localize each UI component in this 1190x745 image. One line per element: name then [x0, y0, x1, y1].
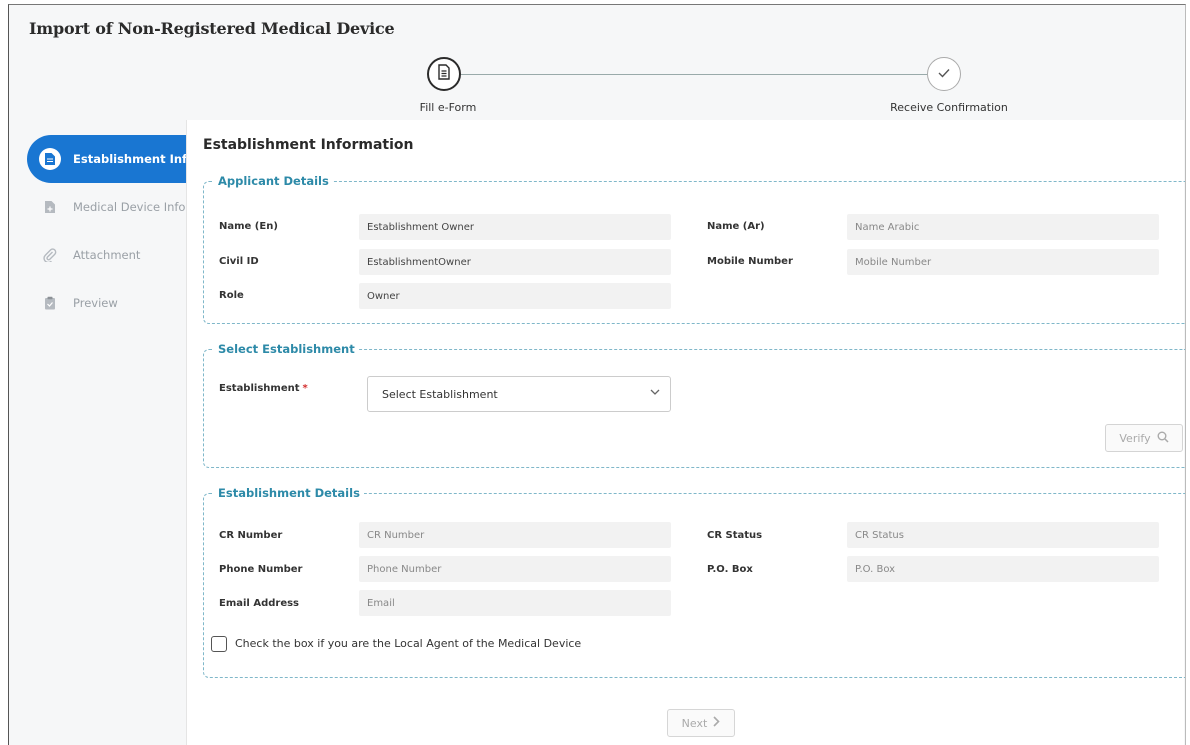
sidebar: Establishment Info Medical Device Info A…	[27, 135, 195, 327]
local-agent-checkbox[interactable]	[211, 636, 227, 652]
select-establishment-legend: Select Establishment	[218, 342, 355, 356]
sidebar-item-medical-device-info[interactable]: Medical Device Info	[27, 183, 195, 231]
establishment-info-card: Establishment Information Applicant Deta…	[186, 120, 1185, 745]
cr-status-field[interactable]: CR Status	[847, 522, 1159, 548]
po-box-field[interactable]: P.O. Box	[847, 556, 1159, 582]
next-button[interactable]: Next	[667, 709, 735, 737]
phone-number-field[interactable]: Phone Number	[359, 556, 671, 582]
page-title: Import of Non-Registered Medical Device	[29, 19, 395, 38]
verify-button[interactable]: Verify	[1105, 424, 1183, 452]
sidebar-item-label: Establishment Info	[73, 152, 195, 166]
mobile-number-field[interactable]: Mobile Number	[847, 249, 1159, 275]
sidebar-item-attachment[interactable]: Attachment	[27, 231, 195, 279]
section-title: Establishment Information	[203, 137, 414, 153]
establishment-details-legend: Establishment Details	[218, 486, 360, 500]
cr-status-label: CR Status	[707, 530, 763, 541]
local-agent-label: Check the box if you are the Local Agent…	[235, 637, 582, 650]
sidebar-item-establishment-info[interactable]: Establishment Info	[27, 135, 195, 183]
mobile-number-label: Mobile Number	[707, 256, 793, 267]
document-icon	[39, 148, 61, 170]
name-en-field[interactable]: Establishment Owner	[359, 214, 671, 240]
step-fill-eform	[427, 57, 461, 91]
search-icon	[1157, 431, 1169, 446]
next-button-label: Next	[681, 716, 708, 730]
chevron-right-icon	[713, 716, 720, 730]
verify-button-label: Verify	[1119, 431, 1151, 445]
po-box-label: P.O. Box	[707, 564, 753, 575]
document-plus-icon	[39, 196, 61, 218]
sidebar-item-label: Preview	[73, 296, 118, 310]
establishment-label-text: Establishment	[219, 383, 300, 394]
name-en-label: Name (En)	[219, 221, 278, 232]
role-label: Role	[219, 290, 244, 301]
paperclip-icon	[39, 244, 61, 266]
chevron-down-icon	[650, 387, 660, 398]
applicant-details-legend: Applicant Details	[218, 174, 329, 188]
role-field[interactable]: Owner	[359, 283, 671, 309]
select-establishment-group: Select Establishment	[203, 342, 1185, 468]
step-receive-confirmation	[927, 57, 961, 91]
civil-id-label: Civil ID	[219, 256, 259, 267]
document-icon	[437, 64, 451, 84]
phone-number-label: Phone Number	[219, 564, 303, 575]
establishment-select-value: Select Establishment	[382, 387, 498, 401]
step-label-fill-eform: Fill e-Form	[419, 101, 477, 114]
required-mark: *	[302, 383, 308, 394]
name-ar-field[interactable]: Name Arabic	[847, 214, 1159, 240]
sidebar-item-label: Attachment	[73, 248, 141, 262]
name-ar-label: Name (Ar)	[707, 221, 765, 232]
email-field[interactable]: Email	[359, 590, 671, 616]
sidebar-item-label: Medical Device Info	[73, 200, 186, 214]
sidebar-item-preview[interactable]: Preview	[27, 279, 195, 327]
email-address-label: Email Address	[219, 598, 300, 609]
cr-number-field[interactable]: CR Number	[359, 522, 671, 548]
stepper-line	[461, 74, 927, 75]
establishment-select[interactable]: Select Establishment	[367, 376, 671, 412]
establishment-label: Establishment *	[219, 383, 308, 394]
clipboard-check-icon	[39, 292, 61, 314]
civil-id-field[interactable]: EstablishmentOwner	[359, 249, 671, 275]
cr-number-label: CR Number	[219, 530, 283, 541]
step-label-receive-confirmation: Receive Confirmation	[890, 101, 1008, 114]
check-icon	[938, 66, 950, 82]
